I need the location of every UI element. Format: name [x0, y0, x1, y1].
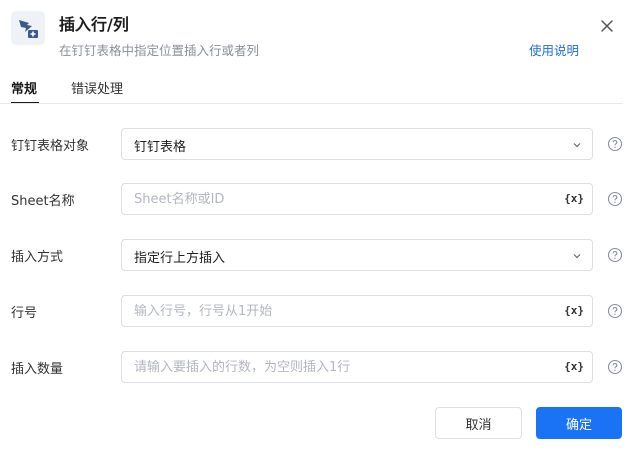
- insert-variable-button[interactable]: {x}: [564, 192, 584, 205]
- tab-bar: 常规 错误处理: [0, 76, 636, 104]
- select-value: 钉钉表格: [134, 140, 187, 155]
- insert-variable-button[interactable]: {x}: [564, 360, 584, 373]
- row-number-input[interactable]: [123, 297, 553, 325]
- insert-variable-button[interactable]: {x}: [564, 304, 584, 317]
- sheet-name-input[interactable]: [123, 185, 553, 213]
- help-icon[interactable]: [607, 191, 623, 207]
- dingtalk-sheet-icon: [19, 20, 38, 38]
- form-row-insert-method: 插入方式 指定行上方插入: [0, 239, 636, 271]
- field-label: 行号: [11, 306, 38, 321]
- dialog-header: 插入行/列 在钉钉表格中指定位置插入行或者列 使用说明: [0, 0, 636, 70]
- form-row-row-number: 行号 {x}: [0, 295, 636, 327]
- cancel-button[interactable]: 取消: [435, 407, 522, 439]
- field-label: Sheet名称: [11, 194, 75, 209]
- close-button[interactable]: [598, 17, 616, 35]
- app-icon: [11, 11, 45, 45]
- help-icon[interactable]: [607, 247, 623, 263]
- chevron-down-icon: [573, 254, 581, 259]
- row-number-field: {x}: [121, 295, 593, 327]
- usage-guide-link[interactable]: 使用说明: [529, 40, 579, 59]
- close-icon[interactable]: [598, 17, 616, 35]
- insert-count-input[interactable]: [123, 353, 553, 381]
- field-label: 插入数量: [11, 362, 64, 377]
- insert-method-select[interactable]: 指定行上方插入: [121, 239, 593, 271]
- dingtalk-sheet-select[interactable]: 钉钉表格: [121, 128, 593, 160]
- form-row-dingtalk-sheet: 钉钉表格对象 钉钉表格: [0, 128, 636, 160]
- help-icon[interactable]: [607, 136, 623, 152]
- dialog-subtitle: 在钉钉表格中指定位置插入行或者列: [59, 43, 260, 58]
- help-icon[interactable]: [607, 303, 623, 319]
- form-row-insert-count: 插入数量 {x}: [0, 351, 636, 383]
- sheet-name-field: {x}: [121, 183, 593, 215]
- tab-general[interactable]: 常规: [11, 78, 37, 97]
- confirm-button[interactable]: 确定: [536, 407, 622, 439]
- dialog-title: 插入行/列: [59, 15, 129, 34]
- tab-error-handling[interactable]: 错误处理: [71, 78, 123, 97]
- help-icon[interactable]: [607, 359, 623, 375]
- field-label: 钉钉表格对象: [11, 139, 90, 154]
- select-value: 指定行上方插入: [134, 251, 226, 266]
- chevron-down-icon: [573, 143, 581, 148]
- field-label: 插入方式: [11, 250, 64, 265]
- form-row-sheet-name: Sheet名称 {x}: [0, 183, 636, 215]
- tab-divider: [0, 103, 623, 104]
- insert-count-field: {x}: [121, 351, 593, 383]
